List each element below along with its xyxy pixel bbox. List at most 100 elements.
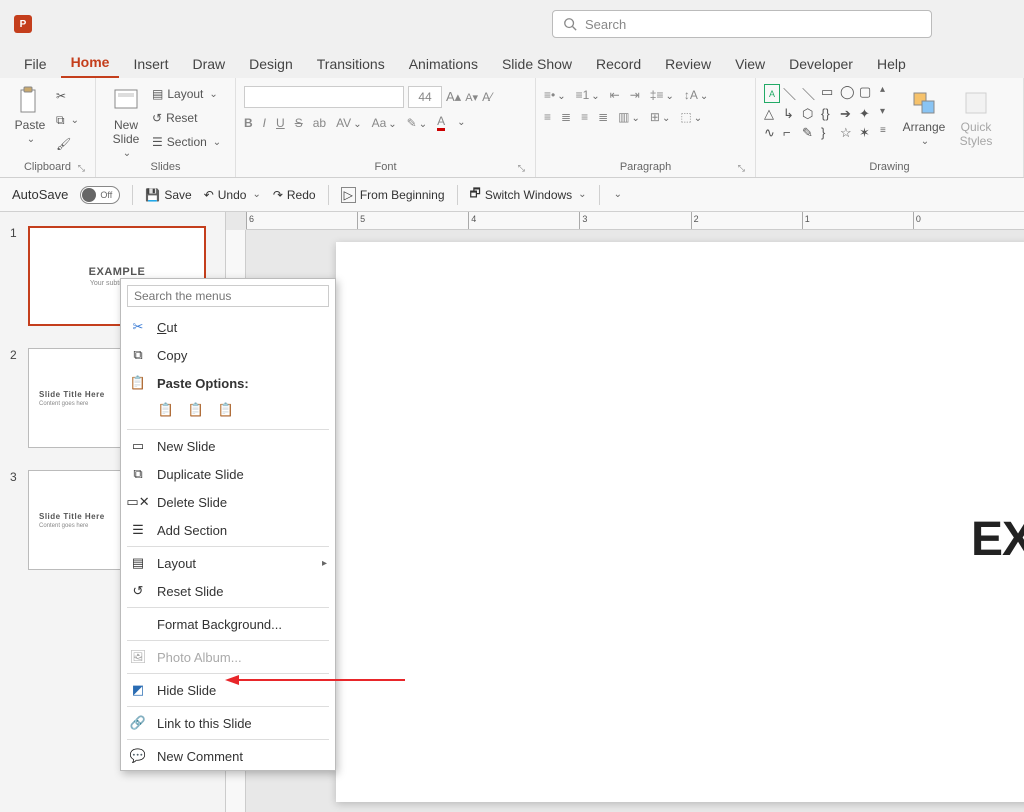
cm-cut[interactable]: ✂Cut <box>121 313 335 341</box>
underline-button[interactable]: U <box>276 116 285 130</box>
cm-duplicate-slide[interactable]: ⧉Duplicate Slide <box>121 460 335 488</box>
align-text-button[interactable]: ⊞⌄ <box>650 110 670 124</box>
connector-icon[interactable]: ↳ <box>783 106 799 122</box>
cm-new-comment[interactable]: 💬New Comment <box>121 742 335 770</box>
paste-keep-source-icon[interactable]: 📋 <box>157 401 175 419</box>
align-right-button[interactable]: ≡ <box>581 110 588 124</box>
tab-review[interactable]: Review <box>655 52 721 78</box>
tab-developer[interactable]: Developer <box>779 52 863 78</box>
shadow-button[interactable]: ab <box>313 116 326 130</box>
brace-icon[interactable]: {} <box>821 106 837 122</box>
layout-button[interactable]: ▤Layout⌄ <box>152 84 221 104</box>
qat-customize-icon[interactable]: ⌄ <box>614 189 622 200</box>
from-beginning-button[interactable]: ▷From Beginning <box>341 185 445 205</box>
slide-canvas[interactable]: EXAMPLE Your subtitle here <box>336 242 1024 802</box>
section-button[interactable]: ☰Section⌄ <box>152 132 221 152</box>
tab-home[interactable]: Home <box>61 50 120 78</box>
cm-format-background[interactable]: Format Background... <box>121 610 335 638</box>
tab-slideshow[interactable]: Slide Show <box>492 52 582 78</box>
arrow-r-icon[interactable]: ➔ <box>840 106 856 122</box>
format-painter-button[interactable]: 🖌 <box>56 134 79 154</box>
star6-icon[interactable]: ✶ <box>859 125 875 141</box>
tab-insert[interactable]: Insert <box>123 52 178 78</box>
new-slide-button[interactable]: New Slide⌄ <box>104 82 148 159</box>
paragraph-launcher-icon[interactable]: ⤡ <box>738 163 745 174</box>
context-search-input[interactable] <box>127 285 329 307</box>
freeform-icon[interactable]: ✎ <box>802 125 818 141</box>
textbox-icon[interactable]: A <box>764 84 780 103</box>
clipboard-launcher-icon[interactable]: ⤡ <box>78 163 85 174</box>
cm-link-to-slide[interactable]: 🔗Link to this Slide <box>121 709 335 737</box>
bold-button[interactable]: B <box>244 116 253 130</box>
paste-button[interactable]: Paste⌄ <box>8 82 52 145</box>
star5-icon[interactable]: ☆ <box>840 125 856 141</box>
save-button[interactable]: 💾Save <box>145 185 191 205</box>
quick-styles-button[interactable]: Quick Styles <box>954 84 998 148</box>
cm-delete-slide[interactable]: ▭✕Delete Slide <box>121 488 335 516</box>
italic-button[interactable]: I <box>263 116 266 130</box>
cm-layout[interactable]: ▤Layout▸ <box>121 549 335 577</box>
hexagon-icon[interactable]: ⬡ <box>802 106 818 122</box>
strike-button[interactable]: S <box>295 116 303 130</box>
scroll-up-icon[interactable]: ▴ <box>880 84 894 103</box>
tab-design[interactable]: Design <box>239 52 303 78</box>
indent-increase-button[interactable]: ⇥ <box>630 88 640 102</box>
tab-animations[interactable]: Animations <box>399 52 488 78</box>
elbow-icon[interactable]: ⌐ <box>783 125 799 141</box>
undo-button[interactable]: ↶Undo⌄ <box>204 185 261 205</box>
reset-button[interactable]: ↺Reset <box>152 108 221 128</box>
triangle-icon[interactable]: △ <box>764 106 780 122</box>
search-box[interactable]: Search <box>552 10 932 38</box>
switch-windows-button[interactable]: 🗗Switch Windows⌄ <box>470 185 587 205</box>
oval-icon[interactable]: ◯ <box>840 84 856 103</box>
smartart-button[interactable]: ⬚⌄ <box>680 110 702 124</box>
tab-record[interactable]: Record <box>586 52 651 78</box>
clear-format-icon[interactable]: A⁄ <box>482 90 492 104</box>
brace2-icon[interactable]: } <box>821 125 837 141</box>
text-direction-button[interactable]: ↕A⌄ <box>684 88 708 102</box>
justify-button[interactable]: ≣ <box>598 110 608 124</box>
cm-reset-slide[interactable]: ↺Reset Slide <box>121 577 335 605</box>
font-launcher-icon[interactable]: ⤡ <box>518 163 525 174</box>
char-spacing-button[interactable]: AV⌄ <box>336 116 362 130</box>
font-color-button[interactable]: A <box>437 114 445 131</box>
cm-new-slide[interactable]: ▭New Slide <box>121 432 335 460</box>
tab-help[interactable]: Help <box>867 52 916 78</box>
arrange-button[interactable]: Arrange⌄ <box>902 84 946 147</box>
highlight-button[interactable]: ✎⌄ <box>407 116 427 130</box>
tab-draw[interactable]: Draw <box>182 52 235 78</box>
bullets-button[interactable]: ≡•⌄ <box>544 88 566 102</box>
copy-button[interactable]: ⧉⌄ <box>56 110 79 130</box>
tab-view[interactable]: View <box>725 52 775 78</box>
line-icon[interactable]: ＼ <box>783 84 799 103</box>
columns-button[interactable]: ▥⌄ <box>618 110 640 124</box>
cut-button[interactable]: ✂ <box>56 86 79 106</box>
rect-icon[interactable]: ▭ <box>821 84 837 103</box>
gallery-more-icon[interactable]: ≡ <box>880 125 894 141</box>
roundrect-icon[interactable]: ▢ <box>859 84 875 103</box>
redo-button[interactable]: ↷Redo <box>273 185 316 205</box>
curve-icon[interactable]: ∿ <box>764 125 780 141</box>
scroll-dn-icon[interactable]: ▾ <box>880 106 894 122</box>
indent-decrease-button[interactable]: ⇤ <box>610 88 620 102</box>
align-center-button[interactable]: ≣ <box>561 110 571 124</box>
shapes-gallery[interactable]: A ＼ ＼ ▭ ◯ ▢ ▴ △ ↳ ⬡ {} ➔ ✦ ▾ ∿ ⌐ ✎ } ☆ ✶ <box>764 84 894 141</box>
paste-dest-theme-icon[interactable]: 📋 <box>187 401 205 419</box>
line-spacing-button[interactable]: ‡≡⌄ <box>650 88 674 102</box>
numbering-button[interactable]: ≡1⌄ <box>576 88 600 102</box>
line2-icon[interactable]: ＼ <box>802 84 818 103</box>
increase-font-icon[interactable]: A▴ <box>446 89 461 105</box>
paste-picture-icon[interactable]: 📋 <box>217 401 235 419</box>
slide-title[interactable]: EXAMPLE <box>971 512 1024 567</box>
autosave-toggle[interactable]: Off <box>80 186 120 204</box>
tab-transitions[interactable]: Transitions <box>307 52 395 78</box>
decrease-font-icon[interactable]: A▾ <box>465 91 478 104</box>
font-size-combo[interactable]: 44 <box>408 86 442 108</box>
font-name-combo[interactable] <box>244 86 404 108</box>
change-case-button[interactable]: Aa⌄ <box>372 116 397 130</box>
cm-add-section[interactable]: ☰Add Section <box>121 516 335 544</box>
align-left-button[interactable]: ≡ <box>544 110 551 124</box>
tab-file[interactable]: File <box>14 52 57 78</box>
cm-copy[interactable]: ⧉Copy <box>121 341 335 369</box>
star4-icon[interactable]: ✦ <box>859 106 875 122</box>
